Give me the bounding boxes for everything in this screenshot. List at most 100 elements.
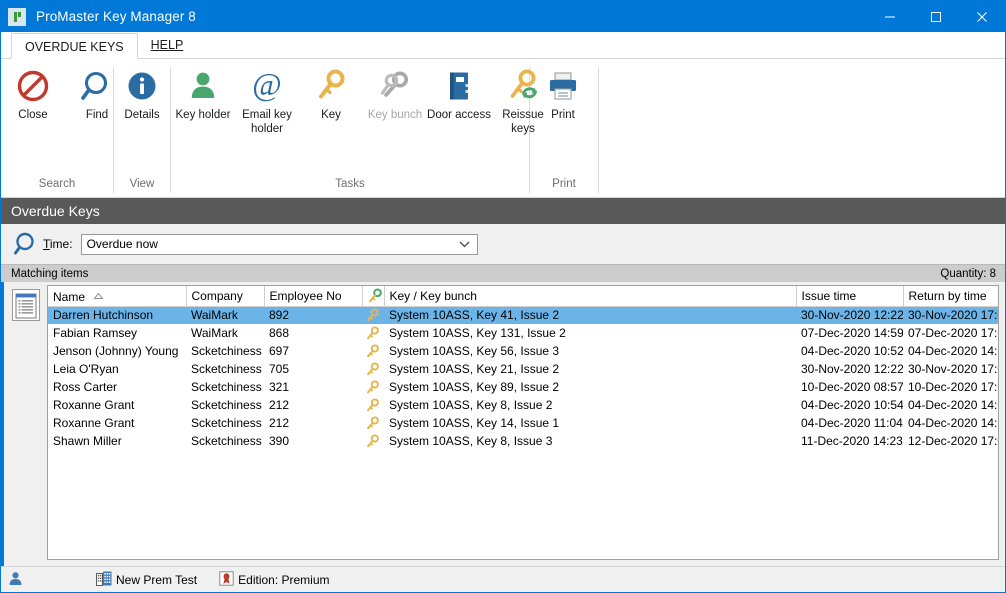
cell-return-time: 04-Dec-2020 14:00: [908, 344, 998, 358]
key-bunch-icon: [378, 68, 412, 104]
cell-return-time: 30-Nov-2020 17:00: [903, 306, 998, 324]
table-row[interactable]: Roxanne Grant Scketchiness 212 System 10ASS…: [48, 396, 998, 414]
cell-company: Scketchiness: [191, 416, 262, 430]
print-ribbon-label: Print: [551, 109, 575, 121]
ribbon-tab-strip: OVERDUE KEYS HELP: [1, 32, 1005, 59]
application-window: ProMaster Key Manager 8 OVERDUE KEYS HEL…: [0, 0, 1006, 593]
tab-help-label: HELP: [150, 38, 184, 52]
table-row[interactable]: Jenson (Johnny) Young Scketchiness 697 Syst…: [48, 342, 998, 360]
matching-items-label: Matching items: [11, 267, 89, 280]
table-row[interactable]: Roxanne Grant Scketchiness 212 System 10ASS…: [48, 414, 998, 432]
time-filter-label-rest: ime:: [49, 237, 73, 251]
window-controls: [867, 1, 1005, 32]
key-holder-ribbon-button[interactable]: Key holder: [171, 66, 235, 122]
status-user: [8, 571, 96, 589]
tab-overdue-keys[interactable]: OVERDUE KEYS: [11, 33, 138, 59]
cell-employee-no: 321: [269, 380, 290, 394]
key-icon: [362, 342, 384, 360]
cell-return-time: 04-Dec-2020 14:00: [908, 398, 998, 412]
status-edition-text: Edition: Premium: [238, 572, 330, 587]
ribbon-group-tasks: Key holder @ Email key holder Key Key bu…: [171, 59, 544, 197]
cell-key-bunch: System 10ASS, Key 89, Issue 2: [389, 380, 560, 394]
tab-help[interactable]: HELP: [137, 32, 197, 58]
cell-employee-no: 212: [269, 398, 290, 412]
filter-bar: Time: Overdue now: [1, 224, 1005, 264]
promaster-logo-icon: [8, 7, 26, 26]
close-ribbon-button[interactable]: Close: [1, 66, 65, 122]
key-holder-ribbon-label: Key holder: [175, 109, 231, 121]
column-header-issue-time[interactable]: Issue time: [796, 286, 904, 307]
window-title: ProMaster Key Manager 8: [36, 9, 196, 24]
time-filter-label: Time:: [43, 237, 73, 251]
column-header-employee-no[interactable]: Employee No: [264, 286, 363, 307]
cell-issue-time: 10-Dec-2020 08:57: [801, 380, 903, 394]
ribbon-group-view-label: View: [129, 178, 155, 190]
person-icon: [186, 68, 220, 104]
report-list-icon[interactable]: [11, 289, 40, 321]
email-key-holder-ribbon-label: Email key holder: [242, 109, 292, 135]
cell-issue-time: 11-Dec-2020 14:23: [801, 434, 903, 448]
cell-key-bunch: System 10ASS, Key 131, Issue 2: [389, 326, 566, 340]
column-header-key-bunch[interactable]: Key / Key bunch: [384, 286, 797, 307]
column-header-name[interactable]: Name: [48, 286, 187, 307]
cell-name: Darren Hutchinson: [48, 306, 186, 324]
cell-issue-time: 30-Nov-2020 12:22: [796, 306, 903, 324]
table-row[interactable]: Shawn Miller Scketchiness 390 System 10ASS,…: [48, 432, 998, 450]
cell-key-bunch: System 10ASS, Key 8, Issue 2: [389, 398, 553, 412]
cell-issue-time: 07-Dec-2020 14:59: [801, 326, 903, 340]
key-bunch-ribbon-button[interactable]: Key bunch: [363, 66, 427, 122]
cell-name: Leia O'Ryan: [53, 362, 119, 376]
key-icon: [362, 378, 384, 396]
key-ribbon-button[interactable]: Key: [299, 66, 363, 122]
column-header-key-icon[interactable]: [362, 286, 385, 307]
time-filter-select[interactable]: Overdue now: [80, 233, 478, 255]
cell-issue-time: 04-Dec-2020 11:04: [801, 416, 903, 430]
email-key-holder-ribbon-button[interactable]: @ Email key holder: [235, 66, 299, 136]
print-ribbon-button[interactable]: Print: [530, 66, 596, 122]
door-book-icon: [442, 68, 476, 104]
cell-company: Scketchiness: [191, 380, 262, 394]
key-icon: [362, 432, 384, 450]
cell-return-time: 04-Dec-2020 14:00: [908, 416, 998, 430]
cell-name: Fabian Ramsey: [53, 326, 138, 340]
cell-company: Scketchiness: [191, 362, 262, 376]
maximize-button[interactable]: [913, 1, 959, 32]
table-row[interactable]: Leia O'Ryan Scketchiness 705 System 10ASS, …: [48, 360, 998, 378]
key-icon: [362, 306, 384, 324]
cell-employee-no: 892: [264, 306, 362, 324]
column-header-company[interactable]: Company: [186, 286, 265, 307]
table-row[interactable]: Darren Hutchinson WaiMark 892 System 10ASS,…: [48, 306, 998, 324]
table-row[interactable]: Fabian Ramsey WaiMark 868 System 10ASS, Key…: [48, 324, 998, 342]
cell-name: Roxanne Grant: [53, 398, 135, 412]
door-access-ribbon-button[interactable]: Door access: [427, 66, 491, 122]
minimize-button[interactable]: [867, 1, 913, 32]
key-icon: [362, 414, 384, 432]
tab-overdue-keys-label: OVERDUE KEYS: [25, 40, 124, 54]
cell-return-time: 30-Nov-2020 17:00: [908, 362, 998, 376]
quantity-badge: Quantity: 8: [940, 267, 996, 280]
person-icon: [8, 571, 23, 589]
close-button[interactable]: [959, 1, 1005, 32]
key-icon: [362, 396, 384, 414]
printer-icon: [546, 68, 580, 104]
key-icon: [362, 324, 384, 342]
ribbon-group-print-label: Print: [552, 178, 576, 190]
ribbon-group-tasks-label: Tasks: [335, 178, 365, 190]
cell-issue-time: 30-Nov-2020 12:22: [801, 362, 903, 376]
no-entry-icon: [16, 68, 50, 104]
view-rail: [1, 282, 47, 566]
cell-key-bunch: System 10ASS, Key 14, Issue 1: [389, 416, 560, 430]
details-ribbon-button[interactable]: Details: [114, 66, 170, 122]
column-header-return-time[interactable]: Return by time: [903, 286, 998, 307]
overdue-keys-table: Name Company Employee No Key / Key bunch…: [48, 286, 998, 450]
results-area: Name Company Employee No Key / Key bunch…: [1, 282, 1005, 566]
cell-key-bunch: System 10ASS, Key 56, Issue 3: [389, 344, 560, 358]
table-row[interactable]: Ross Carter Scketchiness 321 System 10ASS, …: [48, 378, 998, 396]
cell-return-time: 12-Dec-2020 17:00: [908, 434, 998, 448]
cell-employee-no: 868: [269, 326, 290, 340]
details-ribbon-label: Details: [124, 109, 160, 121]
sort-ascending-icon: [93, 288, 104, 302]
cell-employee-no: 390: [269, 434, 290, 448]
page-title: Overdue Keys: [11, 203, 100, 219]
magnifier-icon: [9, 231, 43, 257]
